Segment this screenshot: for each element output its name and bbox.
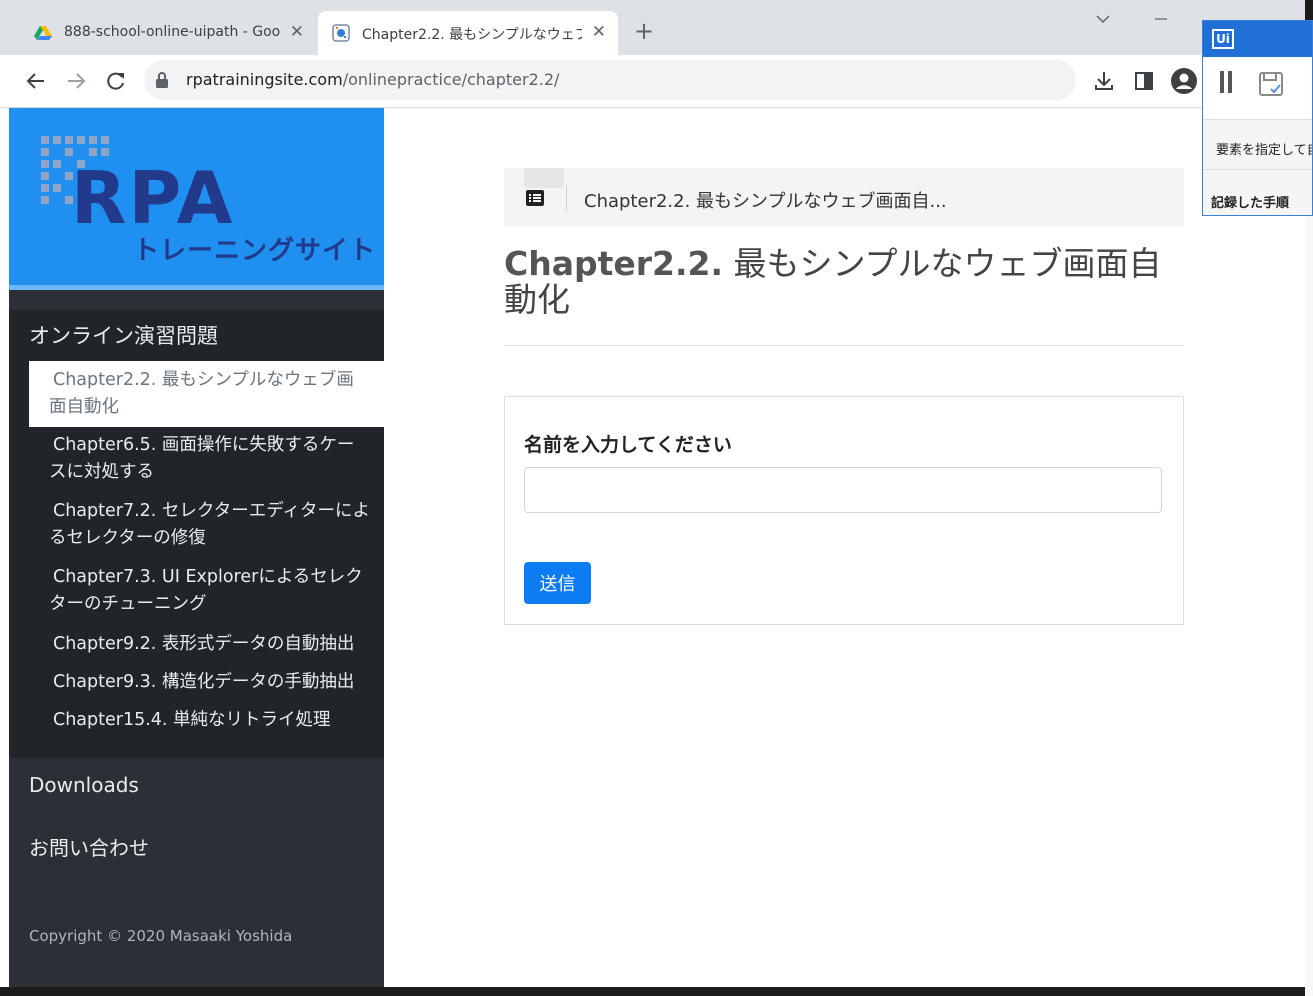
recorder-hint-text: 要素を指定して自: [1216, 143, 1313, 158]
menu-item-label: Chapter2.2. 最もシンプルなウェブ画面自動化: [49, 370, 354, 417]
name-input[interactable]: [524, 467, 1162, 513]
breadcrumb-current: Chapter2.2. 最もシンプルなウェブ画面自...: [584, 191, 947, 212]
profile-avatar-icon[interactable]: [1170, 67, 1198, 95]
reload-icon[interactable]: [103, 68, 129, 94]
menu-item-label: Chapter7.3. UI Explorerによるセレクターのチューニング: [49, 567, 363, 614]
logo-divider: [9, 285, 384, 290]
lock-icon[interactable]: [154, 71, 170, 89]
browser-toolbar: rpatrainingsite.com/onlinepractice/chapt…: [0, 55, 1305, 108]
menu-item-chapter2-2[interactable]: Chapter2.2. 最もシンプルなウェブ画面自動化: [29, 361, 384, 427]
google-drive-icon: [34, 26, 52, 40]
menu-item-chapter7-3[interactable]: Chapter7.3. UI Explorerによるセレクターのチューニング: [29, 564, 384, 618]
page-title-chapter: Chapter2.2.: [504, 244, 724, 283]
page-title: Chapter2.2. 最もシンプルなウェブ画面自動化: [504, 246, 1184, 318]
menu-item-chapter9-3[interactable]: Chapter9.3. 構造化データの手動抽出: [29, 669, 384, 696]
list-icon[interactable]: [526, 190, 544, 206]
logo-subtitle: トレーニングサイト: [133, 236, 377, 266]
tab-title: 888-school-online-uipath - Goo: [64, 24, 281, 40]
save-icon[interactable]: [1258, 71, 1284, 97]
background-window-edge: [1305, 216, 1313, 996]
browser-window: 888-school-online-uipath - Goo ✕ Chapter…: [0, 0, 1305, 987]
menu-item-chapter15-4[interactable]: Chapter15.4. 単純なリトライ処理: [29, 707, 384, 734]
new-tab-button[interactable]: +: [634, 18, 654, 44]
minimize-icon[interactable]: [1154, 14, 1168, 24]
download-icon[interactable]: [1092, 69, 1116, 93]
back-icon[interactable]: [23, 68, 49, 94]
uipath-recorder-panel: Ui 要素を指定して自 記録した手順: [1202, 20, 1313, 216]
menu-item-label: Chapter9.2. 表形式データの自動抽出: [53, 634, 355, 654]
recorded-steps-label: 記録した手順: [1211, 196, 1290, 211]
recorder-titlebar[interactable]: Ui: [1203, 21, 1312, 57]
downloads-link[interactable]: Downloads: [29, 773, 139, 797]
menu-item-label: Chapter6.5. 画面操作に失敗するケースに対処する: [49, 435, 355, 482]
sidebar: RPA トレーニングサイト オンライン演習問題 Chapter2.2. 最もシン…: [9, 108, 384, 987]
breadcrumb: Chapter2.2. 最もシンプルなウェブ画面自...: [504, 168, 1184, 227]
menu-header[interactable]: オンライン演習問題: [29, 320, 218, 350]
submit-button[interactable]: 送信: [524, 562, 591, 604]
menu-item-label: Chapter15.4. 単純なリトライ処理: [53, 710, 331, 730]
tab-strip: 888-school-online-uipath - Goo ✕ Chapter…: [0, 0, 1305, 55]
menu-item-label: Chapter9.3. 構造化データの手動抽出: [53, 672, 355, 692]
name-form: 名前を入力してください 送信: [504, 396, 1184, 625]
menu-item-label: Chapter7.2. セレクターエディターによるセレクターの修復: [49, 501, 370, 548]
menu-item-chapter9-2[interactable]: Chapter9.2. 表形式データの自動抽出: [29, 631, 384, 658]
breadcrumb-separator: [566, 185, 567, 211]
uipath-logo-icon: Ui: [1212, 29, 1234, 49]
tab-title: Chapter2.2. 最もシンプルなウェブ画面: [362, 27, 582, 43]
copyright-text: Copyright © 2020 Masaaki Yoshida: [29, 927, 293, 945]
close-tab-icon[interactable]: ✕: [592, 22, 606, 42]
tab-google-drive[interactable]: 888-school-online-uipath - Goo ✕: [20, 11, 316, 55]
menu-item-chapter7-2[interactable]: Chapter7.2. セレクターエディターによるセレクターの修復: [29, 498, 384, 552]
url-path: /onlinepractice/chapter2.2/: [342, 70, 560, 89]
name-label: 名前を入力してください: [524, 434, 732, 456]
recorder-divider: [1203, 169, 1312, 170]
forward-icon[interactable]: [63, 68, 89, 94]
breadcrumb-tab: [524, 168, 564, 188]
url-host: rpatrainingsite.com: [186, 70, 343, 89]
logo-text: RPA: [71, 156, 235, 240]
rpa-site-icon: [332, 24, 350, 42]
tab-search-chevron-icon[interactable]: [1096, 14, 1110, 24]
main-content: Chapter2.2. 最もシンプルなウェブ画面自... Chapter2.2.…: [384, 108, 1305, 987]
url-text[interactable]: rpatrainingsite.com/onlinepractice/chapt…: [186, 70, 559, 89]
menu-item-chapter6-5[interactable]: Chapter6.5. 画面操作に失敗するケースに対処する: [29, 432, 384, 486]
title-divider: [504, 345, 1184, 346]
address-bar[interactable]: rpatrainingsite.com/onlinepractice/chapt…: [144, 60, 1076, 100]
recorder-toolbar: [1203, 57, 1312, 120]
close-tab-icon[interactable]: ✕: [290, 22, 304, 42]
tab-chapter22[interactable]: Chapter2.2. 最もシンプルなウェブ画面 ✕: [318, 11, 618, 55]
side-panel-icon[interactable]: [1132, 69, 1156, 93]
pause-icon[interactable]: [1219, 71, 1233, 93]
contact-link[interactable]: お問い合わせ: [29, 832, 149, 861]
site-logo[interactable]: RPA トレーニングサイト: [9, 108, 384, 288]
